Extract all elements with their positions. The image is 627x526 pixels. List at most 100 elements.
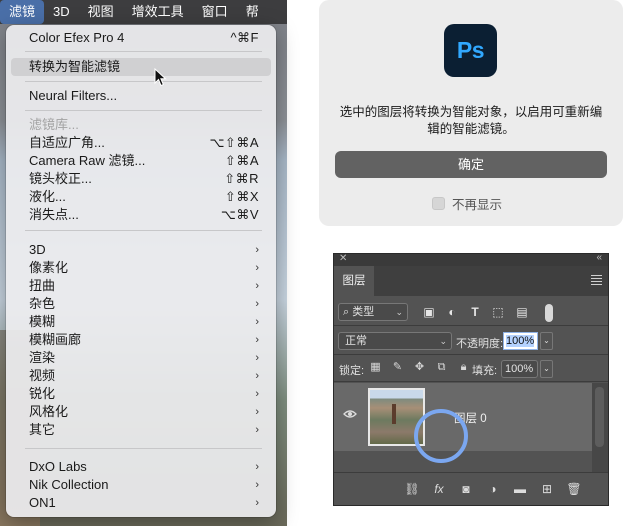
checkbox-icon[interactable]: [432, 196, 445, 210]
chevron-down-icon: ⌄: [543, 364, 550, 373]
dont-show-again-checkbox[interactable]: 不再显示: [432, 195, 503, 212]
menu-item-color-efex[interactable]: Color Efex Pro 4 ^⌘F: [11, 29, 271, 47]
fill-label: 填充:: [472, 365, 498, 377]
submenu-on1[interactable]: ON1 ›: [11, 494, 271, 512]
adjustment-layer-icon[interactable]: ◑: [485, 482, 501, 496]
opacity-dropdown-button[interactable]: ⌄: [540, 332, 553, 350]
blend-row: 正常 ⌄ 不透明度: 100% ⌄: [334, 327, 608, 355]
filter-toggle-switch[interactable]: [545, 304, 553, 322]
submenu-noise[interactable]: 杂色 ›: [11, 295, 271, 313]
lock-label: 锁定:: [339, 365, 365, 377]
trash-icon[interactable]: 🗑︎: [566, 482, 582, 496]
submenu-stylize[interactable]: 风格化 ›: [11, 403, 271, 421]
dont-show-again-label: 不再显示: [452, 197, 503, 212]
panel-menu-icon[interactable]: [591, 275, 602, 287]
chevron-down-icon: ⌄: [543, 336, 550, 345]
menu-item-liquify[interactable]: 液化... ⇧⌘X: [11, 188, 271, 206]
menu-item-camera-raw[interactable]: Camera Raw 滤镜... ⇧⌘A: [11, 152, 271, 170]
collapse-icon[interactable]: «: [596, 252, 602, 263]
ok-button[interactable]: 确定: [335, 151, 607, 178]
photoshop-logo: Ps: [444, 24, 497, 77]
submenu-distort[interactable]: 扭曲 ›: [11, 277, 271, 295]
shape-layer-filter-icon[interactable]: ⬚: [491, 305, 505, 319]
layer-list: 图层 0: [334, 383, 608, 472]
submenu-other[interactable]: 其它 ›: [11, 421, 271, 439]
submenu-sharpen[interactable]: 锐化 ›: [11, 385, 271, 403]
lock-transparency-icon[interactable]: ▦: [369, 361, 382, 374]
add-mask-icon[interactable]: ◙: [458, 482, 474, 496]
menu-window[interactable]: 窗口: [193, 0, 237, 24]
submenu-nik-collection[interactable]: Nik Collection ›: [11, 476, 271, 494]
menu-plugins[interactable]: 增效工具: [123, 0, 193, 24]
chevron-right-icon: ›: [255, 497, 259, 509]
menu-separator: [25, 81, 262, 82]
convert-smart-object-dialog: Ps 选中的图层将转换为智能对象，以启用可重新编辑的智能滤镜。 确定 不再显示: [319, 0, 623, 226]
menu-item-neural-filters[interactable]: Neural Filters...: [11, 87, 271, 105]
opacity-label: 不透明度:: [456, 338, 504, 350]
chevron-right-icon: ›: [255, 334, 259, 346]
lock-position-icon[interactable]: ✥: [413, 361, 426, 374]
chevron-right-icon: ›: [255, 388, 259, 400]
menu-separator: [25, 230, 262, 231]
submenu-pixelate[interactable]: 像素化 ›: [11, 259, 271, 277]
submenu-dxo-labs[interactable]: DxO Labs ›: [11, 458, 271, 476]
close-icon[interactable]: ✕: [339, 253, 347, 264]
menu-item-vanishing-point[interactable]: 消失点... ⌥⌘V: [11, 206, 271, 224]
menu-help[interactable]: 帮: [237, 0, 268, 24]
submenu-3d[interactable]: 3D ›: [11, 241, 271, 259]
opacity-input[interactable]: 100%: [503, 332, 538, 350]
smart-object-filter-icon[interactable]: ▤: [515, 305, 529, 319]
scrollbar-thumb[interactable]: [595, 387, 604, 447]
fx-icon[interactable]: fx: [431, 482, 447, 496]
chevron-right-icon: ›: [255, 406, 259, 418]
chevron-right-icon: ›: [255, 298, 259, 310]
panel-footer: ⛓ fx ◙ ◑ ▬ ⊞ 🗑︎: [334, 472, 608, 505]
submenu-video[interactable]: 视频 ›: [11, 367, 271, 385]
folder-icon[interactable]: ▬: [512, 482, 528, 496]
layer-filter-row: ⌕ 类型 ⌄ ▣ ◐ T ⬚ ▤: [334, 298, 608, 326]
lock-all-icon[interactable]: 🔒︎: [457, 361, 470, 374]
type-layer-filter-icon[interactable]: T: [468, 305, 482, 319]
blend-mode-select[interactable]: 正常 ⌄: [338, 332, 452, 350]
submenu-render[interactable]: 渲染 ›: [11, 349, 271, 367]
panel-title-bar: ✕ «: [334, 252, 608, 266]
chevron-right-icon: ›: [255, 244, 259, 256]
lock-brush-icon[interactable]: ✎: [391, 361, 404, 374]
menu-separator: [25, 448, 262, 449]
chevron-right-icon: ›: [255, 370, 259, 382]
mouse-cursor-icon: [154, 68, 167, 87]
new-layer-icon[interactable]: ⊞: [539, 482, 555, 496]
chevron-right-icon: ›: [255, 280, 259, 292]
search-icon: ⌕: [343, 306, 350, 318]
menu-item-convert-smart-filters[interactable]: 转换为智能滤镜: [11, 58, 271, 76]
lock-artboard-icon[interactable]: ⧉: [435, 361, 448, 374]
chevron-right-icon: ›: [255, 461, 259, 473]
visibility-eye-icon[interactable]: [343, 409, 357, 419]
filter-kind-select[interactable]: ⌕ 类型 ⌄: [338, 303, 408, 321]
menu-bar: 滤镜 3D 视图 增效工具 窗口 帮: [0, 0, 287, 24]
menu-3d[interactable]: 3D: [44, 0, 79, 24]
menu-item-lens-correction[interactable]: 镜头校正... ⇧⌘R: [11, 170, 271, 188]
fill-dropdown-button[interactable]: ⌄: [540, 360, 553, 378]
submenu-blur[interactable]: 模糊 ›: [11, 313, 271, 331]
pixel-layer-filter-icon[interactable]: ▣: [422, 305, 436, 319]
submenu-blur-gallery[interactable]: 模糊画廊 ›: [11, 331, 271, 349]
chevron-right-icon: ›: [255, 352, 259, 364]
menu-item-filter-gallery: 滤镜库...: [29, 117, 79, 132]
adjustment-layer-filter-icon[interactable]: ◐: [445, 305, 459, 319]
chevron-down-icon: ⌄: [439, 336, 447, 346]
chevron-right-icon: ›: [255, 316, 259, 328]
lock-row: 锁定: ▦ ✎ ✥ ⧉ 🔒︎ 填充: 100% ⌄: [334, 355, 608, 382]
chevron-right-icon: ›: [255, 424, 259, 436]
menu-item-adaptive-wide-angle[interactable]: 自适应广角... ⌥⇧⌘A: [11, 134, 271, 152]
menu-filter[interactable]: 滤镜: [0, 0, 45, 24]
dialog-message: 选中的图层将转换为智能对象，以启用可重新编辑的智能滤镜。: [339, 105, 603, 136]
menu-separator: [25, 110, 262, 111]
chevron-right-icon: ›: [255, 262, 259, 274]
tab-layers[interactable]: 图层: [334, 266, 374, 296]
link-layers-icon[interactable]: ⛓: [404, 482, 420, 496]
menu-view[interactable]: 视图: [79, 0, 123, 24]
fill-input[interactable]: 100%: [501, 360, 538, 378]
filter-dropdown-menu: Color Efex Pro 4 ^⌘F 转换为智能滤镜 Neural Filt…: [6, 25, 276, 517]
layers-panel: ✕ « 图层 ⌕ 类型 ⌄ ▣ ◐ T ⬚ ▤ 正常 ⌄ 不透明度: 100% …: [333, 252, 609, 506]
